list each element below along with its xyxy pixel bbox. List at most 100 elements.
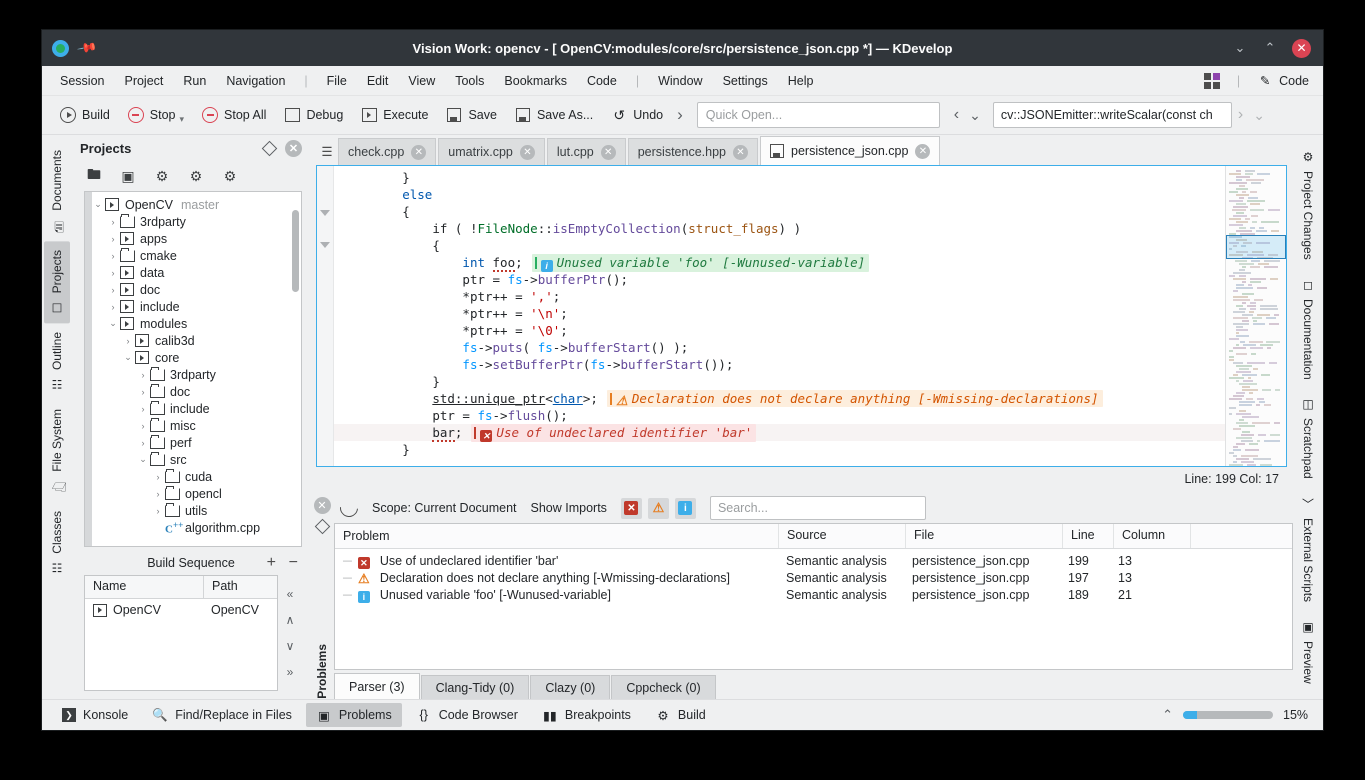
code-line[interactable]: *ptr++ = ','; [334, 288, 1225, 305]
code-line[interactable]: ptr = fs->flush(); [334, 407, 1225, 424]
menu-settings[interactable]: Settings [713, 70, 778, 92]
project-tree[interactable]: ⌄OpenCVmaster›3rdparty›apps›cmake›data›d… [84, 191, 302, 547]
chevron-right-icon[interactable]: › [106, 285, 120, 295]
problems-search-input[interactable]: Search... [710, 496, 926, 520]
move-up-button[interactable]: ∧ [286, 613, 295, 627]
table-row[interactable]: ─⚠Declaration does not declare anything … [335, 569, 1292, 586]
code-line[interactable] [334, 458, 1225, 466]
close-dock-icon[interactable]: ✕ [285, 140, 302, 157]
minimize-button[interactable]: ⌄ [1232, 40, 1248, 56]
menu-run[interactable]: Run [173, 70, 216, 92]
status-konsole[interactable]: ❯Konsole [52, 704, 138, 726]
chevron-right-icon[interactable]: › [151, 506, 165, 516]
configure-icon[interactable]: ⚙ [154, 168, 170, 184]
problems-tab-clazy--0-[interactable]: Clazy (0) [530, 675, 610, 699]
tree-item-utils[interactable]: ›utils [85, 502, 301, 519]
code-line[interactable]: *ptr++ = '\n'; [334, 305, 1225, 322]
column-header-source[interactable]: Source [779, 524, 906, 548]
area-grid-icon[interactable] [1204, 73, 1220, 89]
chevron-down-icon[interactable]: ⌄ [136, 454, 150, 465]
menu-project[interactable]: Project [114, 70, 173, 92]
code-line[interactable]: ptr = fs->bufferPtr(); [334, 271, 1225, 288]
status-breakpoints[interactable]: ▮▮Breakpoints [532, 703, 641, 727]
tree-item-algorithm-cpp[interactable]: C++algorithm.cpp [85, 519, 301, 536]
close-button[interactable]: ✕ [1292, 39, 1311, 58]
stop-dropdown-icon[interactable]: ▾ [180, 114, 185, 125]
tree-item-modules[interactable]: ⌄modules [85, 315, 301, 332]
tree-item-3rdparty[interactable]: ›3rdparty [85, 213, 301, 230]
add-build-item-button[interactable]: + [267, 554, 276, 572]
menu-navigation[interactable]: Navigation [216, 70, 295, 92]
minimap-viewport[interactable] [1226, 235, 1286, 259]
execute-button[interactable]: Execute [353, 103, 436, 127]
show-imports-toggle[interactable]: Show Imports [531, 501, 607, 515]
code-text-area[interactable]: } else { if ( !FileNode::isEmptyCollecti… [334, 166, 1225, 466]
project-tree-scrollbar[interactable] [292, 210, 299, 292]
menu-view[interactable]: View [398, 70, 445, 92]
tree-item-opencv[interactable]: ⌄OpenCVmaster [85, 196, 301, 213]
context-breadcrumb[interactable]: cv::JSONEmitter::writeScalar(const ch [993, 102, 1232, 128]
right-tab-preview[interactable]: ▣Preview [1295, 611, 1321, 693]
open-project-icon[interactable]: 🖿 [86, 168, 102, 184]
left-tab-projects[interactable]: ☐Projects [44, 241, 70, 323]
left-tab-file-system[interactable]: 🗁File System [44, 400, 70, 502]
tree-item-cuda[interactable]: ›cuda [85, 468, 301, 485]
status-code-browser[interactable]: {}Code Browser [406, 703, 528, 727]
chevron-down-icon[interactable]: ⌄ [106, 318, 120, 329]
close-problems-icon[interactable]: ✕ [314, 497, 331, 514]
tree-item-include[interactable]: ›include [85, 298, 301, 315]
chevron-right-icon[interactable]: › [121, 336, 135, 346]
tree-item-calib3d[interactable]: ›calib3d [85, 332, 301, 349]
tree-item-doc[interactable]: ›doc [85, 383, 301, 400]
project-options-icon[interactable]: ⚙ [222, 168, 238, 184]
chevron-right-icon[interactable]: › [136, 421, 150, 431]
move-down-button[interactable]: ∨ [286, 639, 295, 653]
code-line[interactable]: } [334, 169, 1225, 186]
tree-item-cmake[interactable]: ›cmake [85, 247, 301, 264]
tree-item-core[interactable]: ⌄core [85, 349, 301, 366]
import-icon[interactable]: ⚙ [188, 168, 204, 184]
move-bottom-button[interactable]: » [287, 665, 294, 679]
code-minimap[interactable] [1225, 166, 1286, 466]
chevron-right-icon[interactable]: › [106, 268, 120, 278]
move-top-button[interactable]: « [287, 587, 294, 601]
menu-bookmarks[interactable]: Bookmarks [494, 70, 577, 92]
menu-session[interactable]: Session [50, 70, 114, 92]
status-find-replace-in-files[interactable]: 🔍Find/Replace in Files [142, 703, 302, 727]
code-line[interactable]: int foo;iUnused variable 'foo' [-Wunused… [334, 254, 1225, 271]
tree-item-src[interactable]: ⌄src [85, 451, 301, 468]
tree-item-data[interactable]: ›data [85, 264, 301, 281]
errors-filter[interactable]: ✕ [621, 498, 642, 519]
right-tab-external-scripts[interactable]: 〉External Scripts [1295, 488, 1321, 611]
problems-tab-cppcheck--0-[interactable]: Cppcheck (0) [611, 675, 715, 699]
collapse-status-icon[interactable]: ⌃ [1162, 707, 1173, 723]
menu-window[interactable]: Window [648, 70, 712, 92]
stop-button[interactable]: Stop ▾ [120, 103, 192, 127]
chevron-right-icon[interactable]: › [151, 472, 165, 482]
chevron-right-icon[interactable]: › [151, 489, 165, 499]
menu-code[interactable]: Code [577, 70, 627, 92]
code-line[interactable]: bar;✕Use of undeclared identifier 'bar' [334, 424, 1225, 441]
undo-button[interactable]: ↺ Undo [603, 103, 671, 127]
chevron-right-icon[interactable]: › [136, 370, 150, 380]
tree-item-doc[interactable]: ›doc [85, 281, 301, 298]
left-tab-outline[interactable]: ☷Outline [44, 323, 70, 400]
editor-tab-check-cpp[interactable]: check.cpp✕ [338, 138, 436, 165]
float-problems-icon[interactable] [314, 519, 330, 535]
toolbar-overflow-button[interactable]: › [673, 103, 687, 127]
problems-table[interactable]: Problem Source File Line Column ─✕Use of… [334, 523, 1293, 670]
code-line[interactable]: fs->puts( fs->bufferStart() ); [334, 339, 1225, 356]
maximize-button[interactable]: ⌃ [1262, 40, 1278, 56]
quick-open-input[interactable]: Quick Open... [697, 102, 940, 128]
nav-forward-dropdown-icon[interactable]: ⌄ [1249, 105, 1269, 126]
save-as-button[interactable]: Save As... [507, 103, 601, 127]
chevron-down-icon[interactable]: ⌄ [121, 352, 135, 363]
chevron-right-icon[interactable]: › [136, 387, 150, 397]
table-row[interactable]: ─iUnused variable 'foo' [-Wunused-variab… [335, 586, 1292, 603]
menu-help[interactable]: Help [778, 70, 824, 92]
close-tab-icon[interactable]: ✕ [733, 145, 748, 160]
fold-arrow-icon[interactable] [320, 210, 330, 216]
debug-button[interactable]: Debug [276, 103, 351, 127]
editor-tab-persistence-json-cpp[interactable]: persistence_json.cpp✕ [760, 136, 940, 165]
code-folding-gutter[interactable] [317, 166, 334, 466]
